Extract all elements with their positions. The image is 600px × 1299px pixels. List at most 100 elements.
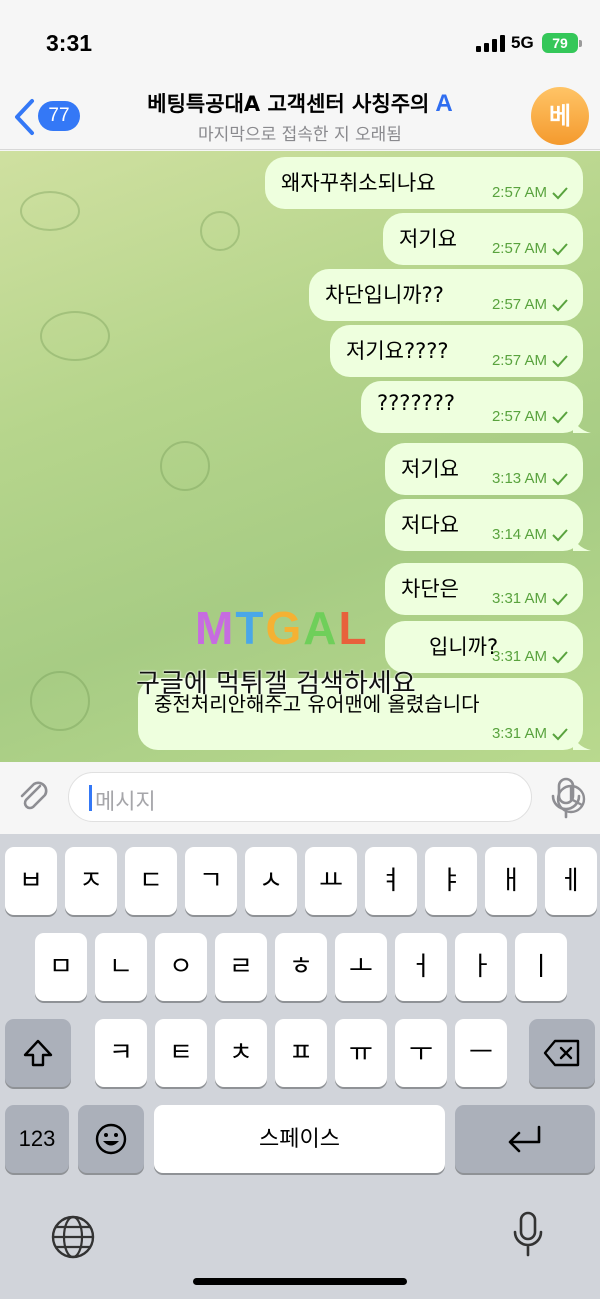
message-bubble[interactable]: ??????? 2:57 AM: [361, 381, 591, 433]
microphone-icon[interactable]: [548, 776, 584, 820]
message-text: 저기요: [401, 457, 459, 481]
key[interactable]: ㅈ: [65, 847, 117, 915]
message-text: 입니까?: [429, 635, 499, 659]
return-key[interactable]: [455, 1105, 595, 1173]
last-seen-status: 마지막으로 접속한 지 오래됨: [198, 125, 402, 145]
status-time: 3:31: [46, 30, 93, 56]
shift-icon: [23, 1039, 53, 1067]
message-bubble[interactable]: 왜자꾸취소되나요 2:57 AM: [265, 157, 583, 209]
check-icon: [552, 728, 568, 741]
numbers-key[interactable]: 123: [5, 1105, 69, 1173]
key[interactable]: ㅕ: [365, 847, 417, 915]
cellular-signal-icon: [476, 34, 506, 52]
key[interactable]: ㅗ: [335, 933, 387, 1001]
background-doodle: [40, 311, 110, 361]
chat-area[interactable]: 왜자꾸취소되나요 2:57 AM 저기요 2:57 AM 차단입니까?? 2:5…: [0, 151, 600, 762]
key[interactable]: ㄹ: [215, 933, 267, 1001]
key[interactable]: ㅑ: [425, 847, 477, 915]
emoji-key[interactable]: [78, 1105, 144, 1173]
message-input[interactable]: 메시지: [68, 772, 586, 822]
key[interactable]: ㅏ: [455, 933, 507, 1001]
bubble-tail: [573, 415, 591, 433]
message-time: 2:57 AM: [491, 184, 547, 201]
message-bubble[interactable]: 차단입니까?? 2:57 AM: [309, 269, 583, 321]
text-cursor: [89, 785, 92, 811]
key[interactable]: ㅜ: [395, 1019, 447, 1087]
check-icon: [552, 411, 568, 424]
status-bar: 3:31 5G 79: [0, 0, 600, 88]
message-text: 저기요: [399, 227, 457, 251]
key[interactable]: ㄷ: [125, 847, 177, 915]
paperclip-icon[interactable]: [14, 776, 54, 816]
message-text: ???????: [377, 391, 456, 415]
key[interactable]: ㅛ: [305, 847, 357, 915]
key[interactable]: ㅠ: [335, 1019, 387, 1087]
return-icon: [508, 1125, 541, 1153]
message-bubble[interactable]: 저기요???? 2:57 AM: [330, 325, 583, 377]
message-time: 2:57 AM: [491, 240, 547, 257]
message-time: 2:57 AM: [491, 408, 547, 425]
message-bubble[interactable]: 저다요 3:14 AM: [385, 499, 591, 551]
check-icon: [552, 593, 568, 606]
key[interactable]: ㄱ: [185, 847, 237, 915]
message-time: 3:31 AM: [491, 648, 547, 665]
chevron-left-icon: [15, 99, 34, 135]
key[interactable]: ㅔ: [545, 847, 597, 915]
key[interactable]: ㅋ: [95, 1019, 147, 1087]
message-time: 3:13 AM: [491, 470, 547, 487]
dictation-mic-icon[interactable]: [510, 1210, 546, 1258]
key[interactable]: ㅇ: [155, 933, 207, 1001]
check-icon: [552, 473, 568, 486]
shift-key[interactable]: [5, 1019, 71, 1087]
key[interactable]: ㅅ: [245, 847, 297, 915]
check-icon: [552, 355, 568, 368]
message-text: 저다요: [401, 513, 459, 537]
chat-title-area[interactable]: 베팅특공대A 고객센터 사칭주의 A 마지막으로 접속한 지 오래됨: [100, 88, 500, 145]
message-text: 차단입니까??: [325, 283, 444, 307]
key[interactable]: ㅌ: [155, 1019, 207, 1087]
background-doodle: [160, 441, 210, 491]
message-bubble[interactable]: 저기요 2:57 AM: [383, 213, 583, 265]
message-text: 왜자꾸취소되나요: [281, 171, 436, 195]
back-button[interactable]: 77: [10, 96, 90, 136]
key[interactable]: ㅓ: [395, 933, 447, 1001]
key[interactable]: ㅂ: [5, 847, 57, 915]
home-indicator[interactable]: [193, 1278, 407, 1285]
check-icon: [552, 651, 568, 664]
message-bubble[interactable]: 차단은 3:31 AM: [385, 563, 583, 615]
globe-icon[interactable]: [50, 1214, 96, 1260]
watermark-caption: 구글에 먹튀갤 검색하세요: [136, 669, 416, 699]
check-icon: [552, 243, 568, 256]
chat-title: 베팅특공대A 고객센터 사칭주의 A: [100, 88, 500, 118]
avatar[interactable]: 베: [531, 87, 589, 145]
key[interactable]: ㅍ: [275, 1019, 327, 1087]
title-badge-icon: A: [435, 90, 453, 117]
key[interactable]: ㅊ: [215, 1019, 267, 1087]
delete-key[interactable]: [529, 1019, 595, 1087]
key[interactable]: ㅎ: [275, 933, 327, 1001]
message-time: 3:14 AM: [491, 526, 547, 543]
watermark-logo: MTGAL: [195, 602, 369, 654]
message-placeholder: 메시지: [95, 790, 156, 815]
message-text: 차단은: [401, 577, 459, 601]
check-icon: [552, 187, 568, 200]
message-time: 3:31 AM: [491, 590, 547, 607]
message-input-bar: 메시지: [0, 762, 600, 834]
key[interactable]: ㅐ: [485, 847, 537, 915]
message-text: 저기요????: [346, 339, 449, 363]
backspace-icon: [543, 1039, 580, 1067]
key[interactable]: ㄴ: [95, 933, 147, 1001]
emoji-icon: [95, 1123, 127, 1155]
message-time: 2:57 AM: [491, 296, 547, 313]
key[interactable]: ㅣ: [515, 933, 567, 1001]
key[interactable]: ㅡ: [455, 1019, 507, 1087]
message-time: 3:31 AM: [491, 725, 547, 742]
bubble-tail: [573, 732, 591, 750]
background-doodle: [30, 671, 90, 731]
chat-header: 77 베팅특공대A 고객센터 사칭주의 A 마지막으로 접속한 지 오래됨 베: [0, 87, 600, 150]
message-bubble[interactable]: 저기요 3:13 AM: [385, 443, 583, 495]
background-doodle: [20, 191, 80, 231]
space-key[interactable]: 스페이스: [154, 1105, 445, 1173]
key[interactable]: ㅁ: [35, 933, 87, 1001]
unread-count-badge: 77: [38, 101, 80, 131]
